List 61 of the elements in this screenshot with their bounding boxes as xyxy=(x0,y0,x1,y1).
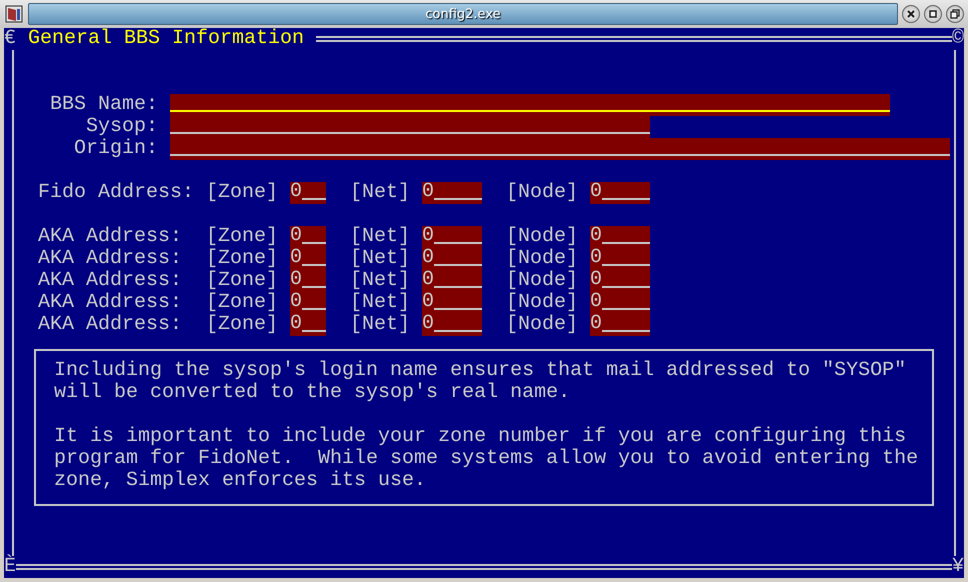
field-label: Origin: xyxy=(73,138,158,160)
field-label: [Node] xyxy=(506,270,580,292)
corner-glyph: € xyxy=(4,28,16,50)
node-field[interactable]: 0 xyxy=(590,226,650,248)
app-icon[interactable] xyxy=(4,4,24,24)
corner-glyph: © xyxy=(952,28,964,50)
restore-button[interactable] xyxy=(946,5,964,23)
corner-glyph: ¥ xyxy=(952,556,964,578)
field-label: [Zone] xyxy=(206,292,280,314)
restore-icon xyxy=(950,9,960,19)
field-label: [Zone] xyxy=(206,248,280,270)
field-label: AKA Address: xyxy=(38,314,184,336)
zone-field[interactable]: 0 xyxy=(290,270,326,292)
net-field[interactable]: 0 xyxy=(422,270,482,292)
zone-field[interactable]: 0 xyxy=(290,292,326,314)
field-label: AKA Address: xyxy=(38,270,184,292)
field-label: [Net] xyxy=(350,248,412,270)
field-label: Fido Address: xyxy=(38,182,196,204)
minimize-button[interactable] xyxy=(924,5,942,23)
screen-title: General BBS Information xyxy=(28,28,304,50)
zone-field[interactable]: 0 xyxy=(290,182,326,204)
corner-glyph: È xyxy=(4,556,16,578)
field-label: [Node] xyxy=(506,314,580,336)
field-label: [Node] xyxy=(506,292,580,314)
field-label: [Zone] xyxy=(206,314,280,336)
help-text: Including the sysop's login name ensures that mail addressed to "SYSOP" will be converted to the sysop's real name. xyxy=(54,360,908,404)
zone-field[interactable]: 0 xyxy=(290,248,326,270)
zone-field[interactable]: 0 xyxy=(290,314,326,336)
field-label: AKA Address: xyxy=(38,292,184,314)
field-label: [Node] xyxy=(506,226,580,248)
field-label: [Net] xyxy=(350,226,412,248)
field-label: [Net] xyxy=(350,314,412,336)
text-field[interactable] xyxy=(170,94,890,116)
net-field[interactable]: 0 xyxy=(422,248,482,270)
zone-field[interactable]: 0 xyxy=(290,226,326,248)
net-field[interactable]: 0 xyxy=(422,292,482,314)
field-label: Sysop: xyxy=(85,116,158,138)
node-field[interactable]: 0 xyxy=(590,314,650,336)
field-label: BBS Name: xyxy=(48,94,158,116)
node-field[interactable]: 0 xyxy=(590,270,650,292)
window-title: config2.exe xyxy=(425,6,501,22)
field-label: [Zone] xyxy=(206,182,280,204)
close-button[interactable] xyxy=(902,5,920,23)
field-label: [Net] xyxy=(350,292,412,314)
field-label: [Node] xyxy=(506,248,580,270)
field-label: AKA Address: xyxy=(38,248,184,270)
text-field[interactable] xyxy=(170,138,950,160)
net-field[interactable]: 0 xyxy=(422,182,482,204)
node-field[interactable]: 0 xyxy=(590,292,650,314)
node-field[interactable]: 0 xyxy=(590,248,650,270)
field-label: [Zone] xyxy=(206,270,280,292)
net-field[interactable]: 0 xyxy=(422,226,482,248)
field-label: [Node] xyxy=(506,182,580,204)
field-label: AKA Address: xyxy=(38,226,184,248)
net-field[interactable]: 0 xyxy=(422,314,482,336)
minimize-icon xyxy=(929,10,937,18)
field-label: [Zone] xyxy=(206,226,280,248)
node-field[interactable]: 0 xyxy=(590,182,650,204)
field-label: [Net] xyxy=(350,270,412,292)
close-icon xyxy=(907,10,915,18)
field-label: [Net] xyxy=(350,182,412,204)
